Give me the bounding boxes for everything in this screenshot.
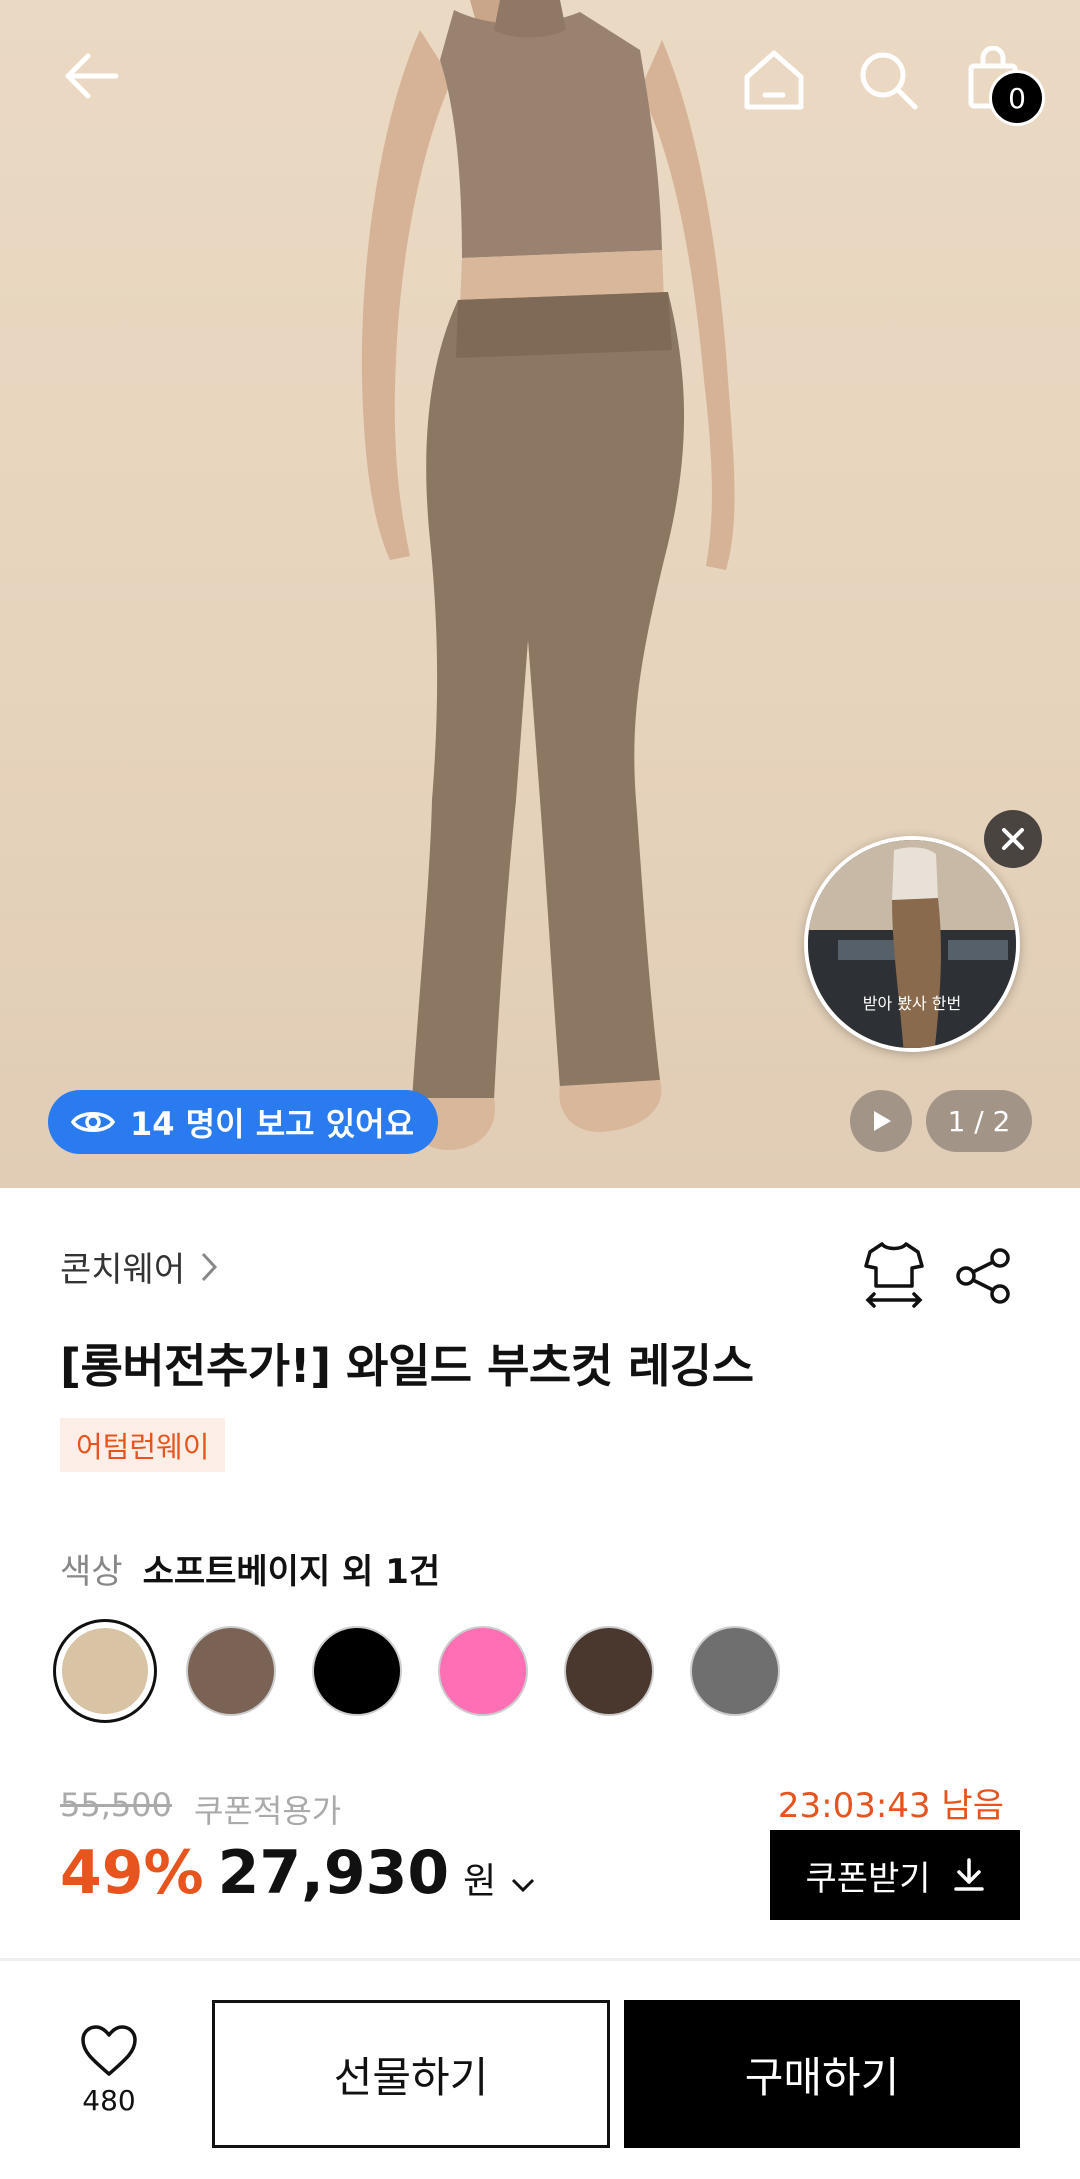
brand-name: 콘치웨어 bbox=[60, 1250, 186, 1290]
discount-rate: 49% bbox=[60, 1838, 204, 1908]
color-swatch-gray[interactable] bbox=[690, 1626, 780, 1716]
color-summary: 색상 소프트베이지 외 1건 bbox=[60, 1544, 440, 1593]
video-frame bbox=[808, 840, 1016, 1048]
divider bbox=[0, 1958, 1080, 1961]
viewers-text: 14 명이 보고 있어요 bbox=[130, 1105, 415, 1143]
product-image[interactable]: 0 받아 봤사 한번 14 명이 보고 있어요 1 / 2 bbox=[0, 0, 1080, 1188]
play-video-button[interactable] bbox=[850, 1090, 912, 1152]
shopping-bag-icon[interactable]: 0 bbox=[955, 40, 1045, 126]
back-arrow-icon[interactable] bbox=[52, 36, 132, 116]
like-count: 480 bbox=[82, 2084, 136, 2117]
original-price: 55,500 bbox=[60, 1786, 172, 1824]
heart-icon bbox=[81, 2025, 137, 2076]
color-label: 색상 bbox=[60, 1552, 123, 1592]
size-guide-icon[interactable] bbox=[862, 1240, 926, 1310]
color-value: 소프트베이지 외 1건 bbox=[142, 1552, 441, 1592]
cart-count-badge: 0 bbox=[989, 70, 1045, 126]
color-swatch-softbeige[interactable] bbox=[53, 1619, 157, 1723]
chevron-right-icon bbox=[202, 1252, 218, 1281]
image-page-indicator: 1 / 2 bbox=[926, 1090, 1032, 1152]
color-swatch-black[interactable] bbox=[312, 1626, 402, 1716]
sale-price: 27,930 bbox=[217, 1838, 450, 1908]
chevron-down-icon bbox=[512, 1878, 535, 1893]
currency-label: 원 bbox=[463, 1861, 497, 1902]
buy-button[interactable]: 구매하기 bbox=[624, 2000, 1020, 2148]
home-icon[interactable] bbox=[734, 40, 814, 120]
share-icon[interactable] bbox=[954, 1246, 1014, 1306]
like-button[interactable]: 480 bbox=[66, 2024, 152, 2117]
coupon-button-label: 쿠폰받기 bbox=[805, 1858, 931, 1899]
color-swatch-pink[interactable] bbox=[438, 1626, 528, 1716]
color-swatch-brown[interactable] bbox=[186, 1626, 276, 1716]
close-icon bbox=[1002, 828, 1024, 850]
product-title: [롱버전추가!] 와일드 부츠컷 레깅스 bbox=[60, 1339, 754, 1393]
get-coupon-button[interactable]: 쿠폰받기 bbox=[770, 1830, 1020, 1920]
top-bar: 0 bbox=[0, 0, 1080, 150]
close-video-button[interactable] bbox=[984, 810, 1042, 868]
coupon-price-label: 쿠폰적용가 bbox=[194, 1792, 342, 1830]
live-viewers-badge: 14 명이 보고 있어요 bbox=[48, 1090, 439, 1154]
video-preview[interactable]: 받아 봤사 한번 bbox=[804, 836, 1020, 1052]
color-swatch-darkbrown[interactable] bbox=[564, 1626, 654, 1716]
collection-tag[interactable]: 어텀런웨이 bbox=[60, 1418, 226, 1472]
download-icon bbox=[953, 1858, 984, 1891]
price-row[interactable]: 49% 27,930 원 bbox=[60, 1838, 536, 1908]
color-swatches bbox=[53, 1619, 780, 1723]
video-caption: 받아 봤사 한번 bbox=[862, 994, 962, 1013]
gift-button[interactable]: 선물하기 bbox=[212, 2000, 610, 2148]
search-icon[interactable] bbox=[848, 40, 928, 120]
eye-icon bbox=[70, 1112, 116, 1132]
brand-link[interactable]: 콘치웨어 bbox=[60, 1242, 219, 1291]
sale-timer: 23:03:43 남음 bbox=[777, 1786, 1004, 1826]
play-icon bbox=[874, 1111, 891, 1131]
